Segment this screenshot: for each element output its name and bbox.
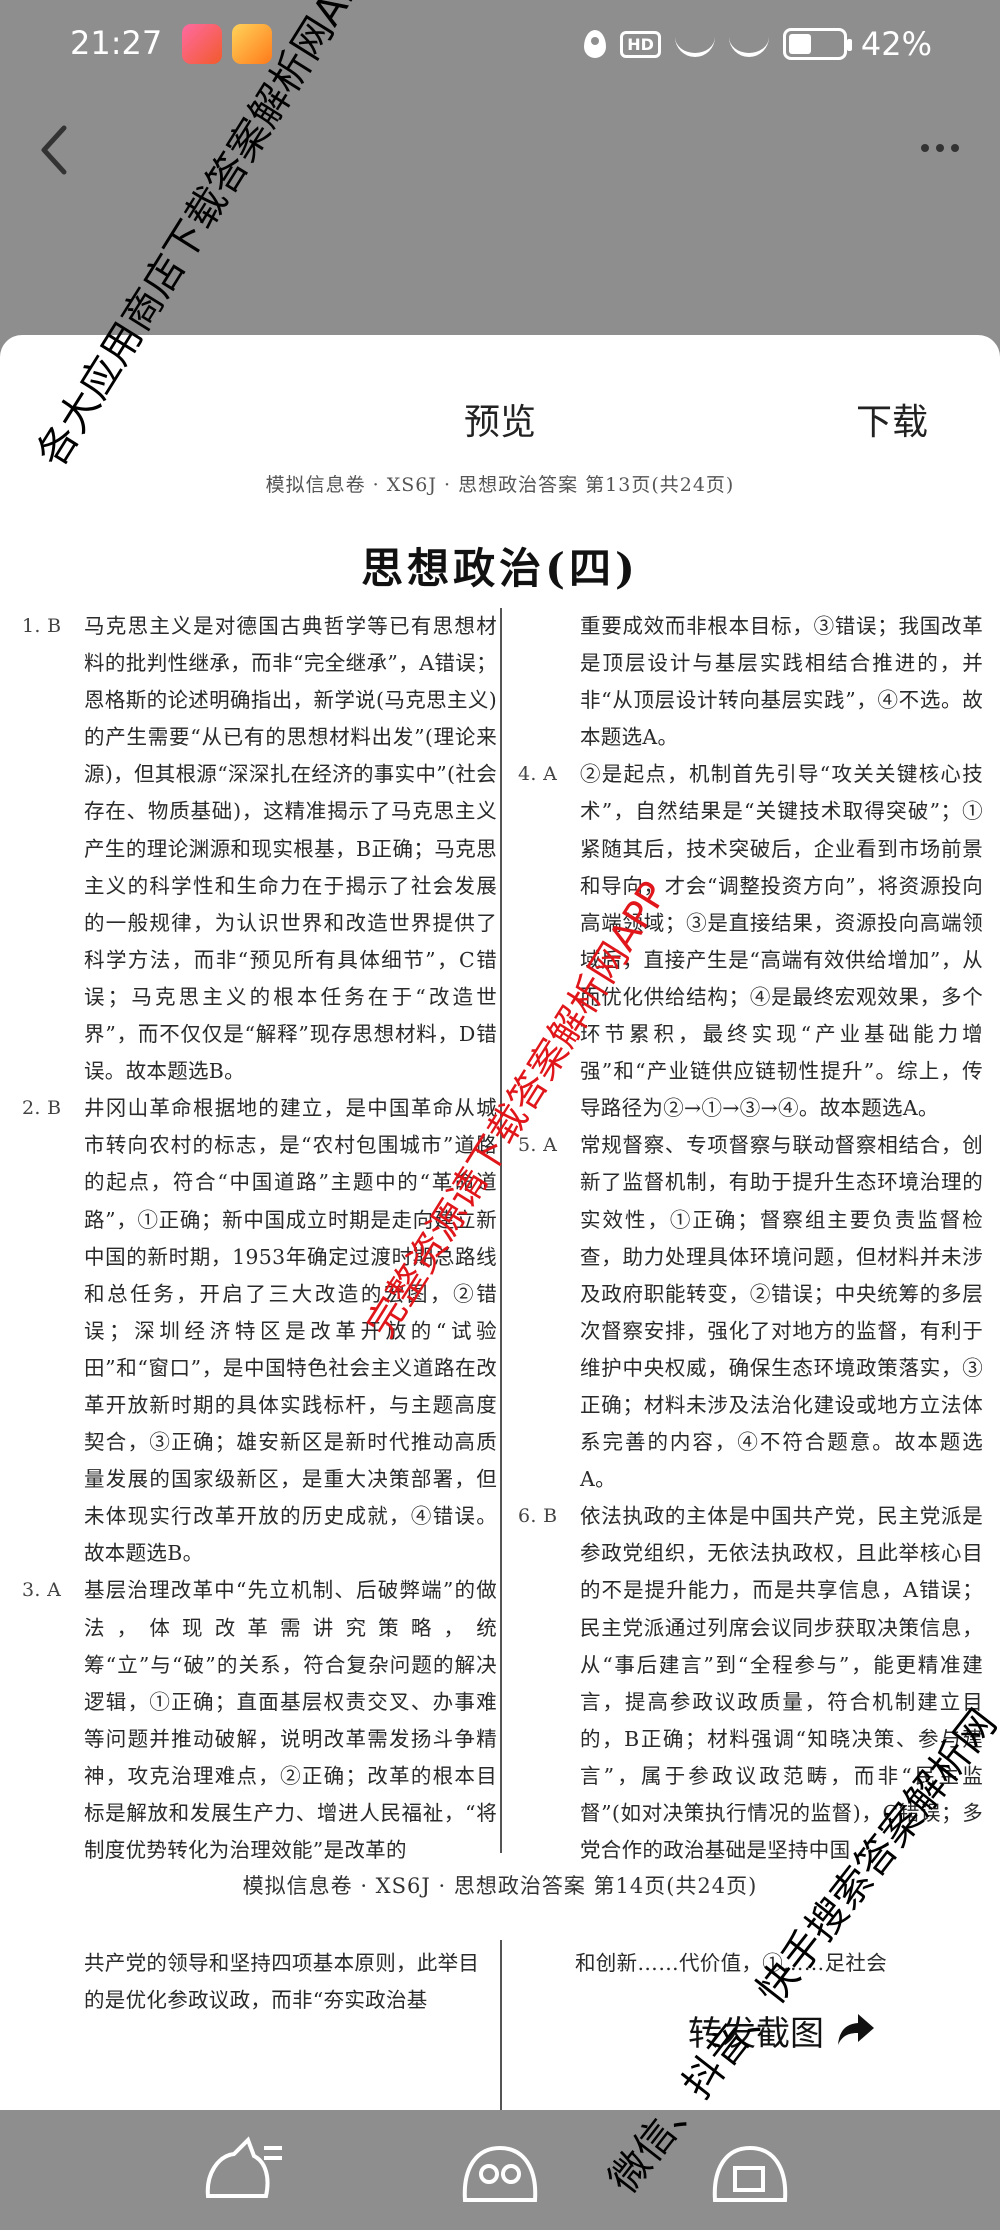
question-number: 1. B [22,615,62,637]
page-footer: 模拟信息卷 · XS6J · 思想政治答案 第14页(共24页) [242,1874,758,1898]
app-notification-icon [182,24,222,64]
document-page[interactable]: 模拟信息卷 · XS6J · 思想政治答案 第13页(共24页) 思想政治(四)… [0,460,1000,2110]
more-dots-icon [921,144,929,152]
status-bar: 21:27 HD 42% [0,0,1000,90]
question-answer: 重要成效而非根本目标，③错误；我国改革是顶层设计与基层实践相结合推进的，并非“从… [518,608,983,756]
status-icons: HD 42% [584,22,932,66]
next-page-divider [500,1940,502,2110]
more-dot [936,144,944,152]
question-number: 4. A [518,763,558,786]
left-column: 1. B 马克思主义是对德国古典哲学等已有思想材料的批判性继承，而非“完全继承”… [22,608,497,1862]
location-icon [584,30,607,58]
sheet-header: 预览 下载 [0,335,1000,460]
question-answer: 1. B 马克思主义是对德国古典哲学等已有思想材料的批判性继承，而非“完全继承”… [22,608,497,1090]
answer-text: 井冈山革命根据地的建立，是中国革命从城市转向农村的标志，是“农村包围城市”道路的… [84,1096,497,1566]
preview-title: 预览 [463,402,536,443]
answer-text: 重要成效而非根本目标，③错误；我国改革是顶层设计与基层实践相结合推进的，并非“从… [580,614,983,750]
question-answer: 6. B 依法执政的主体是中国共产党，民主党派是参政党组织，无依法执政权，且此举… [518,1498,983,1869]
download-button[interactable]: 下载 [856,393,928,445]
question-answer: 4. A ②是起点，机制首先引导“攻关关键核心技术”，自然结果是“关键技术取得突… [518,756,983,1127]
answer-text: 基层治理改革中“先立机制、后破弊端”的做法，体现改革需讲究策略，统筹“立”与“破… [84,1578,497,1863]
more-dot [951,144,959,152]
forward-screenshot-label: 转发截图 [688,2013,824,2054]
hd-icon: HD [620,30,661,58]
chevron-left-icon [41,125,67,175]
answer-text: 常规督察、专项督察与联动督察相结合，创新了监督机制，有助于提升生态环境治理的实效… [580,1133,983,1492]
question-number: 5. A [518,1134,558,1157]
signal-icon [674,31,715,57]
answer-text: ②是起点，机制首先引导“攻关关键核心技术”，自然结果是“关键技术取得突破”；①紧… [580,762,983,1121]
question-answer: 3. A 基层治理改革中“先立机制、后破弊端”的做法，体现改革需讲究策略，统筹“… [22,1572,497,1869]
answer-text: 依法执政的主体是中国共产党，民主党派是参政党组织，无依法执政权，且此举核心目的不… [580,1504,983,1863]
column-divider [500,608,502,1853]
mascot-glasses-icon[interactable] [455,2134,545,2206]
back-button[interactable] [30,120,80,180]
wifi-icon [728,31,769,57]
mascot-download-icon[interactable] [705,2134,795,2206]
app-notification-icon-2 [232,24,272,64]
preview-sheet: 预览 下载 模拟信息卷 · XS6J · 思想政治答案 第13页(共24页) 思… [0,335,1000,2110]
question-answer: 2. B 井冈山革命根据地的建立，是中国革命从城市转向农村的标志，是“农村包围城… [22,1090,497,1572]
question-number: 3. A [22,1579,62,1602]
bottom-toolbar [0,2110,1000,2230]
mascot-notes-icon[interactable] [200,2134,290,2206]
battery-percent: 42% [860,25,932,63]
question-answer: 5. A 常规督察、专项督察与联动督察相结合，创新了监督机制，有助于提升生态环境… [518,1127,983,1498]
document-title: 思想政治(四) [361,544,639,593]
battery-icon [782,28,852,60]
status-time: 21:27 [70,24,163,62]
more-button[interactable] [910,128,970,168]
right-column: 重要成效而非根本目标，③错误；我国改革是顶层设计与基层实践相结合推进的，并非“从… [518,608,983,1862]
forward-screenshot-button[interactable]: 转发截图 [668,1995,896,2065]
next-page-left-text: 共产党的领导和坚持四项基本原则，此举目的是优化参政议政，而非“夯实政治基 [84,1951,480,2012]
share-arrow-icon [838,2014,874,2045]
question-number: 2. B [22,1097,62,1120]
page-header: 模拟信息卷 · XS6J · 思想政治答案 第13页(共24页) [265,474,735,496]
question-number: 6. B [518,1505,558,1528]
answer-text: 马克思主义是对德国古典哲学等已有思想材料的批判性继承，而非“完全继承”，A错误；… [84,614,497,1084]
next-page-right-text: 和创新……代价值，①……足社会 [575,1951,887,1975]
